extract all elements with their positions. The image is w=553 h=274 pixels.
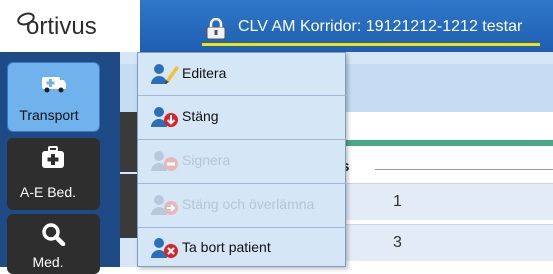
nav-med[interactable]: Med. bbox=[7, 214, 100, 274]
menu-item-label: Ta bort patient bbox=[182, 239, 271, 255]
title-underline bbox=[202, 43, 540, 46]
patient-title: CLV AM Korridor: 19121212-1212 testar bbox=[238, 18, 523, 35]
menu-item-remove-patient[interactable]: Ta bort patient bbox=[144, 230, 340, 266]
sign-patient-icon bbox=[151, 151, 178, 171]
ortivus-logo: ortivus bbox=[0, 0, 140, 52]
nav-transport-label: Transport bbox=[19, 107, 79, 123]
table-row[interactable]: 3 bbox=[345, 224, 553, 261]
nav-ae-bed[interactable]: A-E Bed. bbox=[7, 138, 100, 210]
menu-item-close[interactable]: Stäng bbox=[144, 99, 340, 135]
patient-menu: Editera Stäng Signera Stäng och överlämn… bbox=[137, 52, 347, 267]
medical-kit-icon bbox=[42, 146, 64, 168]
menu-item-label: Stäng och överlämna bbox=[182, 196, 315, 212]
menu-item-label: Editera bbox=[182, 65, 227, 81]
search-icon bbox=[42, 223, 66, 246]
nav-ae-bed-label: A-E Bed. bbox=[19, 184, 77, 200]
left-nav: Transport A-E Bed. Med. bbox=[0, 52, 120, 274]
menu-separator bbox=[138, 183, 347, 184]
lock-icon bbox=[206, 18, 226, 40]
menu-item-edit[interactable]: Editera bbox=[144, 56, 340, 92]
menu-item-sign[interactable]: Signera bbox=[144, 143, 340, 179]
remove-patient-icon bbox=[151, 238, 178, 258]
table-row[interactable]: 1 bbox=[345, 183, 553, 220]
menu-item-label: Signera bbox=[182, 152, 231, 168]
menu-separator bbox=[138, 95, 347, 96]
menu-item-close-handover[interactable]: Stäng och överlämna bbox=[144, 187, 340, 223]
edit-patient-icon bbox=[151, 64, 179, 84]
close-patient-icon bbox=[151, 107, 178, 127]
menu-separator bbox=[138, 139, 347, 140]
menu-item-label: Stäng bbox=[182, 108, 219, 124]
ambulance-icon bbox=[42, 77, 66, 93]
row-value: 3 bbox=[393, 234, 402, 251]
row-value: 1 bbox=[393, 193, 402, 210]
menu-separator bbox=[138, 227, 347, 228]
nav-med-label: Med. bbox=[32, 254, 64, 270]
section-rule bbox=[375, 169, 553, 170]
close-handover-icon bbox=[151, 195, 178, 215]
nav-transport[interactable]: Transport bbox=[7, 62, 100, 132]
logo-text: ortivus bbox=[26, 13, 97, 40]
patient-header[interactable]: CLV AM Korridor: 19121212-1212 testar bbox=[140, 0, 553, 52]
